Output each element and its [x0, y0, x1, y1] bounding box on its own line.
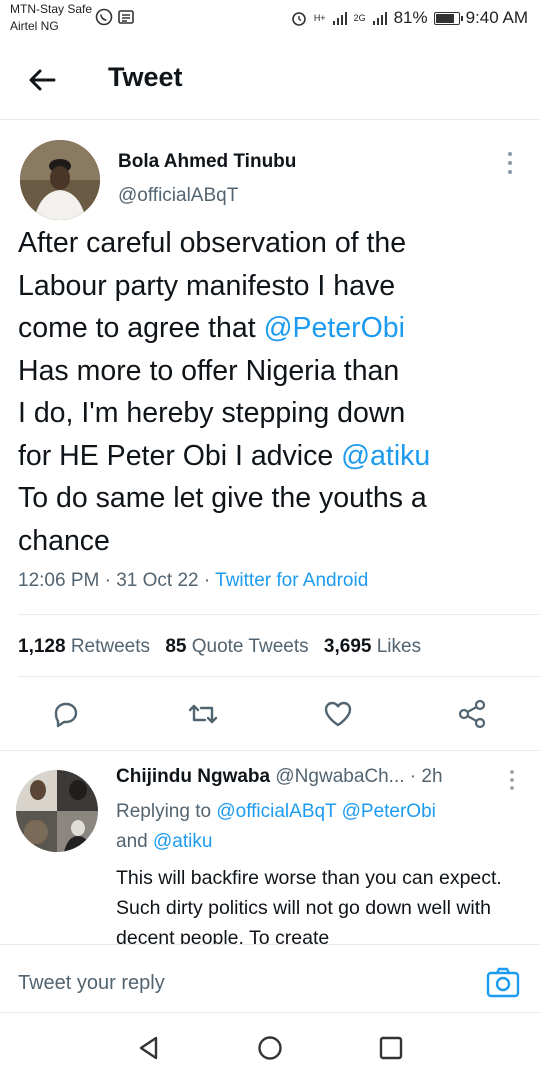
avatar-image — [20, 140, 100, 220]
mention-link[interactable]: @atiku — [341, 440, 430, 472]
notification-icons — [95, 8, 135, 26]
author-name[interactable]: Bola Ahmed Tinubu — [118, 151, 296, 173]
more-vertical-icon — [510, 770, 514, 790]
reply-more-options-button[interactable] — [505, 768, 519, 792]
avatar-collage-image — [16, 770, 98, 852]
page-title: Tweet — [108, 62, 183, 92]
reply-author-avatar[interactable] — [16, 770, 98, 852]
reply-button[interactable] — [48, 696, 84, 732]
reply-body-viewport: This will backfire worse than you can ex… — [0, 860, 540, 944]
signal-icon-2 — [372, 12, 387, 25]
likes-label: Likes — [376, 636, 422, 657]
battery-icon — [433, 11, 463, 25]
like-icon — [324, 701, 352, 727]
back-arrow-icon — [29, 69, 56, 91]
clock: 9:40 AM — [465, 8, 528, 27]
like-button[interactable] — [320, 696, 356, 732]
replying-prefix: Replying to — [116, 801, 212, 822]
tweet-text-line: chance — [18, 524, 110, 557]
author-handle[interactable]: @officialABqT — [118, 185, 238, 207]
replying-and: and — [116, 831, 148, 852]
camera-button[interactable] — [486, 967, 520, 999]
system-navigation-bar — [0, 1012, 540, 1080]
tweet-time: 12:06 PM — [18, 570, 100, 591]
tweet-text-line: come to agree that @PeterObi — [18, 312, 405, 344]
carrier-name-2: Airtel NG — [10, 19, 59, 33]
signal-icon — [332, 12, 347, 25]
network-type-1: H+ — [313, 13, 326, 23]
meta-separator: · — [409, 766, 422, 787]
carrier-name-1: MTN-Stay Safe — [10, 2, 93, 16]
reply-text: This will backfire worse than you can ex… — [116, 867, 502, 944]
quotes-count: 85 — [165, 636, 187, 657]
nav-recents-button[interactable] — [378, 1035, 404, 1061]
back-button[interactable] — [22, 62, 62, 98]
meta-separator: · — [203, 570, 216, 591]
nav-back-button[interactable] — [136, 1035, 162, 1061]
status-right: H+ 2G 81% 9:40 AM — [290, 8, 528, 28]
likes-count: 3,695 — [323, 636, 372, 657]
divider — [0, 750, 540, 751]
replying-to: Replying to @officialABqT @PeterObi and … — [116, 797, 516, 857]
reply-input[interactable]: Tweet your reply — [18, 972, 165, 995]
author-avatar[interactable] — [20, 140, 100, 220]
tweet-actions — [0, 696, 540, 736]
mention-link[interactable]: @PeterObi — [264, 312, 405, 344]
whatsapp-icon — [95, 8, 113, 26]
tweet-text-line: Has more to offer Nigeria than — [18, 354, 400, 387]
tweet-text-line: I do, I'm hereby stepping down — [18, 397, 406, 429]
news-icon — [118, 10, 134, 24]
quotes-stat[interactable]: 85 Quote Tweets — [165, 636, 308, 657]
divider — [18, 676, 540, 677]
tweet-text-line: After careful observation of the — [18, 227, 407, 259]
battery-percent: 81% — [393, 8, 428, 27]
mention-link[interactable]: @PeterObi — [342, 801, 436, 822]
likes-stat[interactable]: 3,695 Likes — [324, 636, 421, 657]
tweet-text-line: for HE Peter Obi I advice @atiku — [18, 439, 431, 472]
reply-header: Chijindu Ngwaba @NgwabaCh... · 2h — [116, 766, 443, 788]
mention-link[interactable]: @atiku — [153, 831, 212, 852]
alarm-icon — [292, 12, 306, 26]
reply-time: 2h — [421, 766, 443, 787]
meta-separator: · — [104, 570, 117, 591]
tweet-text-line: To do same let give the youths a — [18, 482, 427, 514]
retweets-count: 1,128 — [18, 636, 66, 657]
network-type-2: 2G — [353, 13, 366, 23]
retweets-stat[interactable]: 1,128 Retweets — [18, 636, 150, 657]
more-options-button[interactable] — [500, 150, 520, 176]
more-vertical-icon — [508, 152, 512, 174]
reply-author-name[interactable]: Chijindu Ngwaba — [116, 766, 270, 787]
reply-compose-bar[interactable]: Tweet your reply — [0, 944, 540, 1012]
share-icon — [458, 699, 486, 729]
tweet-stats: 1,128 Retweets 85 Quote Tweets 3,695 Lik… — [18, 636, 421, 658]
tweet-meta: 12:06 PM · 31 Oct 22 · Twitter for Andro… — [18, 570, 368, 592]
divider — [18, 614, 540, 615]
share-button[interactable] — [454, 696, 490, 732]
nav-back-icon — [139, 1036, 158, 1060]
nav-home-button[interactable] — [257, 1035, 283, 1061]
retweets-label: Retweets — [70, 636, 151, 657]
retweet-icon — [188, 704, 218, 724]
tweet-text-line: Labour party manifesto I have — [18, 269, 396, 302]
status-bar: MTN-Stay Safe Airtel NG H+ 2G 81% 9:40 A… — [0, 0, 540, 40]
quotes-label: Quote Tweets — [191, 636, 309, 657]
nav-recents-icon — [379, 1036, 403, 1060]
tweet-source-link[interactable]: Twitter for Android — [215, 570, 368, 591]
reply-author-handle[interactable]: @NgwabaCh... — [275, 766, 404, 787]
nav-home-icon — [258, 1036, 282, 1060]
reply-icon — [54, 702, 78, 728]
tweet-date: 31 Oct 22 — [116, 570, 199, 591]
tweet-text: After careful observation of the Labour … — [18, 222, 528, 562]
mention-link[interactable]: @officialABqT — [216, 801, 336, 822]
top-app-bar: Tweet — [0, 40, 540, 120]
retweet-button[interactable] — [185, 696, 221, 732]
camera-icon — [486, 967, 520, 998]
